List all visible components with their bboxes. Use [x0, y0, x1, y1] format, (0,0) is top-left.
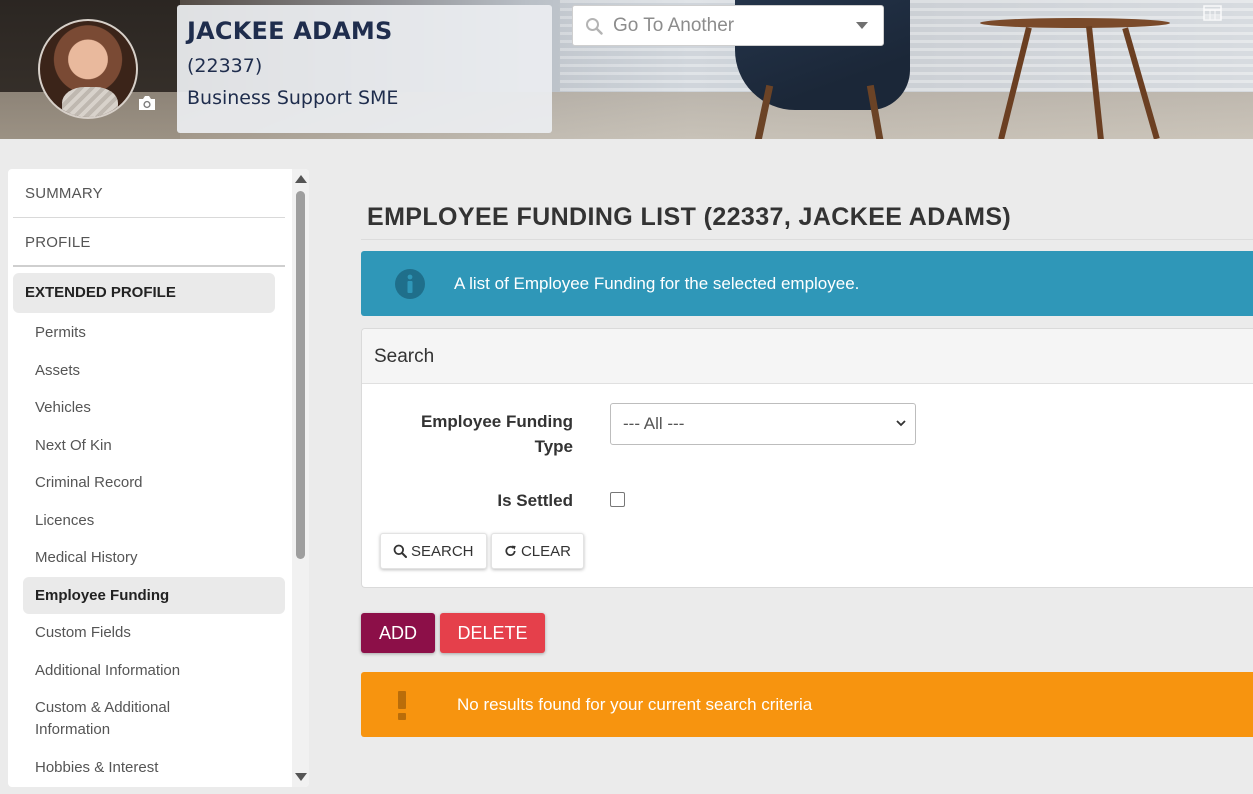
is-settled-checkbox[interactable]	[610, 492, 625, 507]
employee-title: Business Support SME	[187, 87, 399, 109]
chevron-down-icon	[896, 420, 906, 427]
employee-name-card: JACKEE ADAMS (22337) Business Support SM…	[177, 5, 552, 133]
calendar-grid-icon[interactable]	[1203, 5, 1222, 21]
sidebar-nav: SUMMARY PROFILE EXTENDED PROFILE Permits…	[8, 169, 309, 787]
go-to-another-select[interactable]: Go To Another	[572, 5, 884, 46]
info-alert: A list of Employee Funding for the selec…	[361, 251, 1253, 316]
search-icon	[586, 17, 603, 35]
clear-button[interactable]: CLEAR	[491, 533, 584, 569]
sidebar-item-vehicles[interactable]: Vehicles	[23, 389, 285, 427]
sidebar-item-criminal-record[interactable]: Criminal Record	[23, 464, 285, 502]
avatar-sweater	[62, 87, 118, 117]
employee-id: (22337)	[187, 55, 263, 77]
sidebar-section-extended-profile[interactable]: EXTENDED PROFILE	[13, 273, 275, 313]
search-panel-heading: Search	[362, 329, 1253, 384]
page-title: EMPLOYEE FUNDING LIST (22337, JACKEE ADA…	[367, 203, 1012, 231]
sidebar-item-summary[interactable]: SUMMARY	[13, 169, 285, 218]
warning-alert: No results found for your current search…	[361, 672, 1253, 737]
warning-alert-message: No results found for your current search…	[457, 694, 813, 714]
sidebar-item-next-of-kin[interactable]: Next Of Kin	[23, 427, 285, 465]
sidebar-item-additional-information[interactable]: Additional Information	[23, 652, 285, 690]
search-panel: Search Employee Funding Type --- All ---…	[361, 328, 1253, 588]
sidebar-sub-list: Permits Assets Vehicles Next Of Kin Crim…	[8, 314, 309, 787]
search-button-label: SEARCH	[411, 542, 474, 560]
header-background-table	[980, 18, 1170, 28]
sidebar-item-custom-additional-information[interactable]: Custom & Additional Information	[23, 689, 285, 749]
profile-header: JACKEE ADAMS (22337) Business Support SM…	[0, 0, 1253, 139]
sidebar-scrollbar[interactable]	[292, 169, 309, 787]
sidebar-item-medical-history[interactable]: Medical History	[23, 539, 285, 577]
sidebar-item-label: Custom & Additional Information	[35, 699, 171, 738]
sidebar-item-assets[interactable]: Assets	[23, 352, 285, 390]
go-to-another-placeholder: Go To Another	[613, 14, 735, 36]
employee-funding-type-select[interactable]: --- All ---	[610, 403, 916, 445]
sidebar-item-hobbies-interest[interactable]: Hobbies & Interest	[23, 749, 285, 787]
is-settled-label: Is Settled	[497, 491, 573, 510]
title-divider	[361, 239, 1253, 240]
add-button[interactable]: ADD	[361, 613, 435, 653]
employee-funding-type-value: --- All ---	[623, 414, 685, 433]
sidebar-item-employee-funding[interactable]: Employee Funding	[23, 576, 285, 614]
camera-icon[interactable]	[137, 95, 157, 111]
sidebar-item-permits[interactable]: Permits	[23, 314, 285, 352]
scrollbar-thumb[interactable]	[296, 191, 305, 559]
scroll-down-arrow-icon[interactable]	[295, 773, 307, 781]
refresh-icon	[505, 545, 516, 556]
employee-name: JACKEE ADAMS	[187, 17, 393, 45]
sidebar-item-profile[interactable]: PROFILE	[13, 218, 285, 267]
info-icon	[395, 268, 425, 299]
scroll-up-arrow-icon[interactable]	[295, 175, 307, 183]
avatar[interactable]	[38, 19, 138, 119]
sidebar-item-licences[interactable]: Licences	[23, 502, 285, 540]
sidebar-item-custom-fields[interactable]: Custom Fields	[23, 614, 285, 652]
search-icon	[393, 544, 407, 558]
search-button[interactable]: SEARCH	[380, 533, 487, 569]
chevron-down-icon	[856, 22, 868, 29]
exclamation-icon	[398, 690, 406, 720]
info-alert-message: A list of Employee Funding for the selec…	[454, 273, 860, 293]
clear-button-label: CLEAR	[520, 542, 571, 560]
delete-button[interactable]: DELETE	[440, 613, 545, 653]
employee-funding-type-label: Employee Funding Type	[420, 412, 573, 456]
